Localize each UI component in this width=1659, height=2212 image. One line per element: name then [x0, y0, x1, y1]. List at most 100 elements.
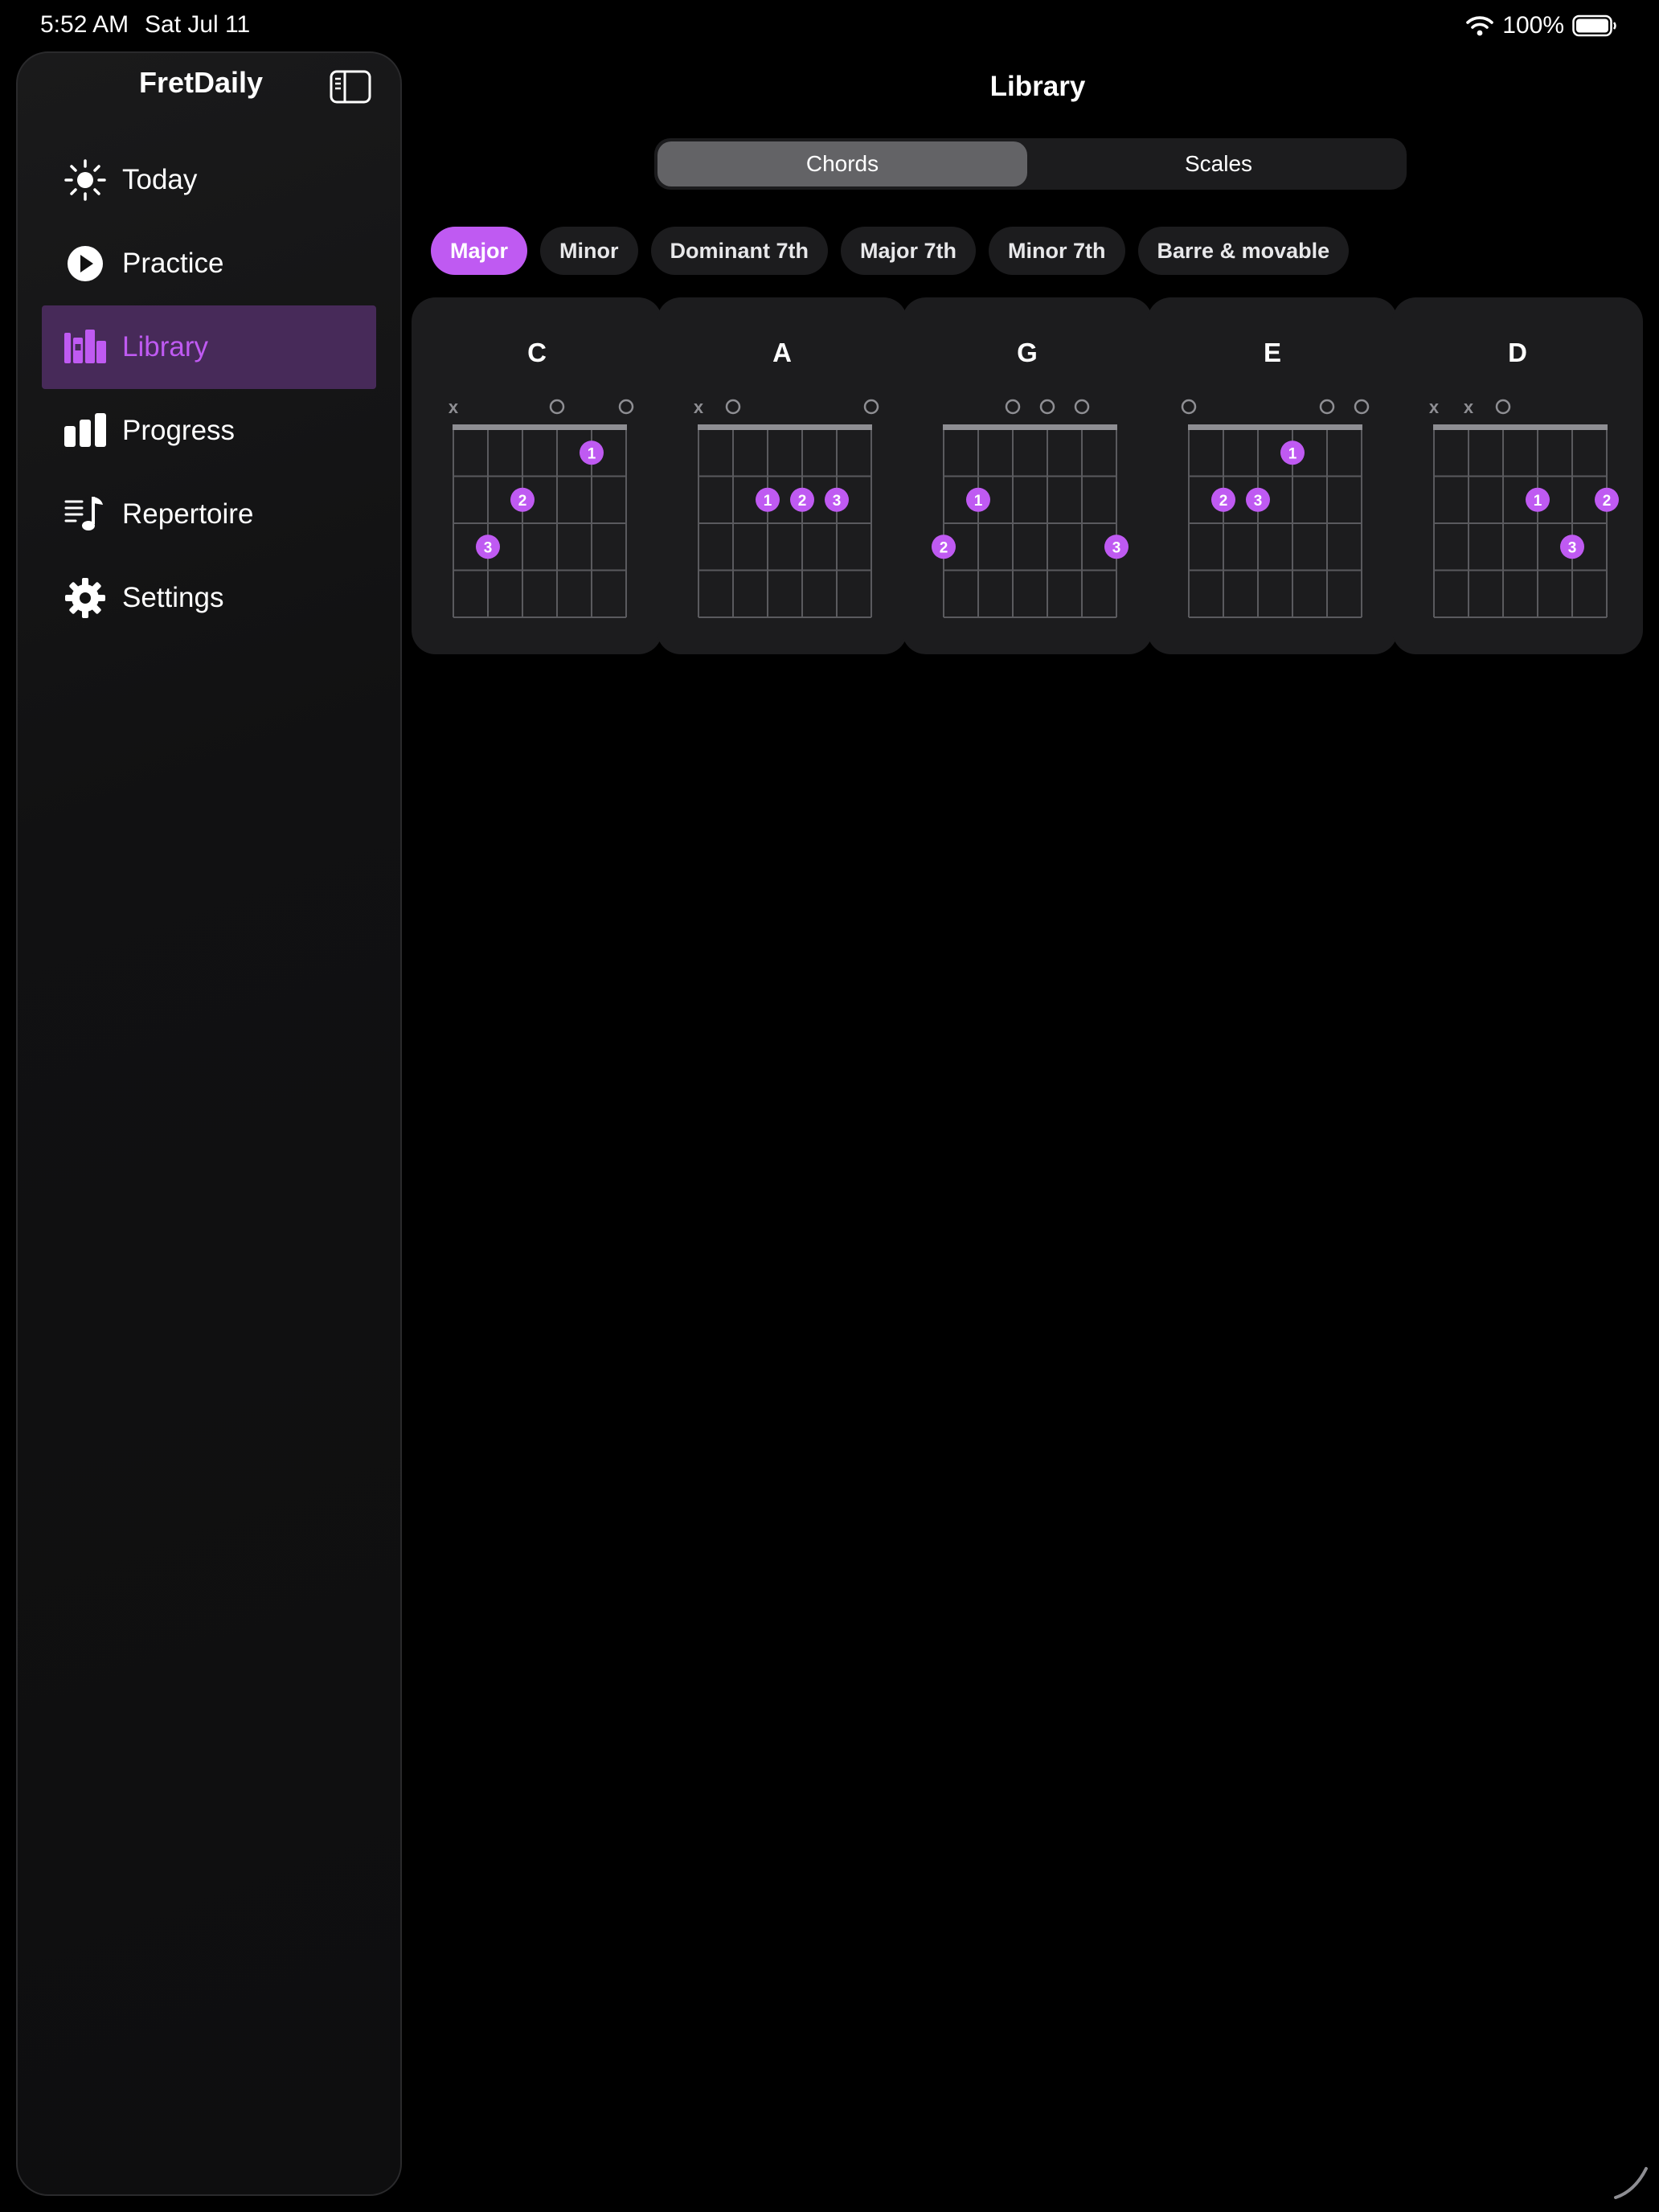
- sidebar-item-progress[interactable]: Progress: [42, 389, 376, 473]
- filter-chip-minor-7th[interactable]: Minor 7th: [989, 227, 1125, 275]
- nut: [1188, 424, 1362, 430]
- sidebar-item-label: Today: [122, 164, 198, 195]
- finger-dot: 2: [1595, 487, 1619, 512]
- finger-dot: 3: [1246, 487, 1270, 512]
- sidebar-item-repertoire[interactable]: Repertoire: [42, 473, 376, 556]
- gear-icon: [63, 576, 108, 621]
- finger-dot: 2: [932, 535, 956, 559]
- finger-number: 3: [833, 493, 842, 510]
- muted-string-marker: x: [1464, 397, 1474, 417]
- play-circle-icon: [63, 241, 108, 286]
- finger-dot: 1: [756, 487, 780, 512]
- finger-number: 3: [1568, 539, 1577, 556]
- open-string-marker: [863, 399, 879, 415]
- segmented-control: Chords Scales: [654, 138, 1407, 190]
- finger-dot: 2: [510, 487, 535, 512]
- scroll-indicator: [1614, 2167, 1648, 2199]
- sidebar-item-today[interactable]: Today: [42, 138, 376, 222]
- chord-card-c[interactable]: C x 1 2 3: [412, 297, 662, 654]
- chord-name: G: [1017, 338, 1038, 367]
- chord-diagram-a: x 1 2 3: [694, 397, 879, 618]
- finger-number: 1: [974, 493, 983, 510]
- open-string-marker: [549, 399, 565, 415]
- filter-chip-major[interactable]: Major: [431, 227, 528, 275]
- filter-chip-major-7th[interactable]: Major 7th: [841, 227, 977, 275]
- sidebar-nav: Today Practice Library Progress Repertoi…: [42, 138, 376, 640]
- open-string-marker: [618, 399, 634, 415]
- nut: [698, 424, 872, 430]
- finger-number: 1: [1288, 445, 1297, 462]
- sidebar-item-practice[interactable]: Practice: [42, 222, 376, 305]
- open-string-marker: [1039, 399, 1055, 415]
- sidebar-item-label: Practice: [122, 248, 224, 279]
- chord-name: A: [772, 338, 792, 367]
- battery-icon: [1572, 14, 1617, 37]
- finger-number: 3: [1254, 493, 1263, 510]
- sidebar-item-library[interactable]: Library: [42, 305, 376, 389]
- segment-scales[interactable]: Scales: [1034, 141, 1403, 186]
- chord-card-g[interactable]: G 1 2 3: [902, 297, 1153, 654]
- finger-dot: 1: [580, 440, 604, 465]
- bar-chart-icon: [63, 408, 108, 453]
- music-list-icon: [63, 492, 108, 537]
- open-string-marker: [725, 399, 741, 415]
- finger-number: 2: [1603, 493, 1612, 510]
- chord-card-e[interactable]: E 1 2 3: [1147, 297, 1398, 654]
- open-string-marker: [1181, 399, 1197, 415]
- muted-string-marker: x: [1429, 397, 1440, 417]
- chord-card-d[interactable]: D x x 1 2 3: [1392, 297, 1643, 654]
- nut: [1433, 424, 1608, 430]
- chord-diagram-e: 1 2 3: [1181, 399, 1370, 618]
- open-string-marker: [1495, 399, 1511, 415]
- sidebar-item-label: Progress: [122, 415, 236, 446]
- finger-dot: 2: [1211, 487, 1235, 512]
- open-string-marker: [1319, 399, 1335, 415]
- sun-icon: [63, 158, 108, 203]
- sidebar-item-label: Settings: [122, 582, 224, 613]
- muted-string-marker: x: [449, 397, 459, 417]
- finger-dot: 1: [1526, 487, 1550, 512]
- finger-dot: 3: [476, 535, 500, 559]
- finger-dot: 1: [966, 487, 990, 512]
- finger-number: 1: [764, 493, 772, 510]
- wifi-icon: [1465, 14, 1494, 37]
- filter-chip-dominant-7th[interactable]: Dominant 7th: [650, 227, 829, 275]
- finger-dot: 2: [790, 487, 814, 512]
- filter-chips: Major Minor Dominant 7th Major 7th Minor…: [431, 227, 1350, 275]
- filter-chip-barre-movable[interactable]: Barre & movable: [1137, 227, 1350, 275]
- sidebar-toggle-button[interactable]: [330, 69, 371, 104]
- nut: [453, 424, 627, 430]
- open-string-marker: [1005, 399, 1021, 415]
- fretboard-grid: [1433, 429, 1608, 618]
- fretboard-grid: [943, 429, 1117, 618]
- chord-diagram-g: 1 2 3: [932, 399, 1129, 618]
- sidebar-toggle-icon: [330, 70, 371, 104]
- chord-diagram-d: x x 1 2 3: [1429, 397, 1619, 618]
- finger-dot: 3: [1560, 535, 1584, 559]
- segment-chords[interactable]: Chords: [657, 141, 1027, 186]
- filter-chip-minor[interactable]: Minor: [540, 227, 638, 275]
- sidebar-item-settings[interactable]: Settings: [42, 556, 376, 640]
- status-bar: 5:52 AM Sat Jul 11 100%: [0, 0, 1659, 51]
- finger-number: 1: [1534, 493, 1542, 510]
- muted-string-marker: x: [694, 397, 704, 417]
- finger-number: 2: [798, 493, 807, 510]
- chord-card-a[interactable]: A x 1 2 3: [657, 297, 907, 654]
- finger-number: 1: [588, 445, 596, 462]
- chord-name: E: [1263, 338, 1281, 367]
- page-title: Library: [989, 71, 1086, 102]
- battery-percent: 100%: [1502, 12, 1564, 39]
- finger-number: 2: [518, 493, 527, 510]
- finger-number: 3: [1112, 539, 1121, 556]
- books-icon: [63, 325, 108, 370]
- sidebar-item-label: Repertoire: [122, 498, 254, 530]
- finger-dot: 3: [1104, 535, 1129, 559]
- chord-name: D: [1508, 338, 1527, 367]
- chord-grid: C x 1 2 3 A x 1 2 3 G 1 2 3 E 1 2 3 D x x 1 2 3: [412, 297, 1649, 654]
- chord-name: C: [527, 338, 547, 367]
- chord-diagram-c: x 1 2 3: [449, 397, 634, 618]
- fretboard-grid: [698, 429, 872, 618]
- finger-dot: 1: [1280, 440, 1305, 465]
- fretboard-grid: [1188, 429, 1362, 618]
- open-string-marker: [1074, 399, 1090, 415]
